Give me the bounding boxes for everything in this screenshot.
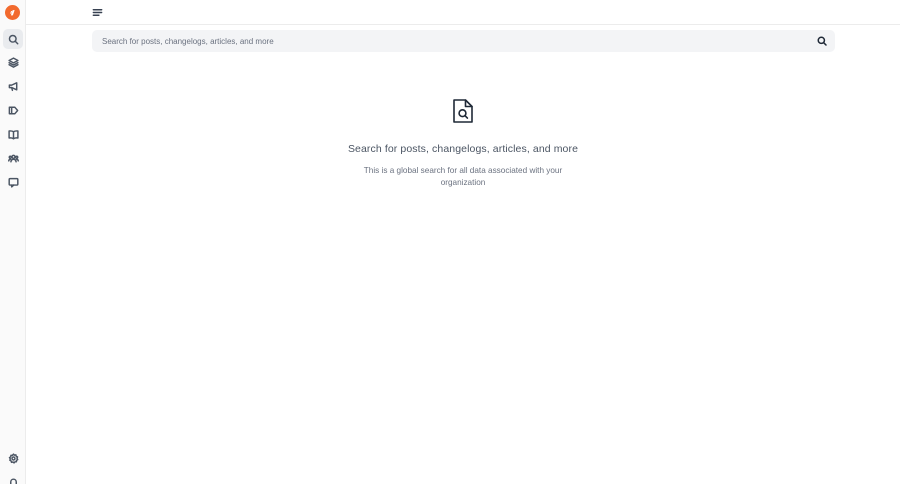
message-icon: [7, 177, 19, 188]
search-submit-button[interactable]: [816, 35, 828, 47]
empty-state-description: This is a global search for all data ass…: [363, 166, 563, 187]
book-icon: [7, 129, 19, 139]
gear-icon: [8, 452, 18, 464]
sidebar-item-search[interactable]: [3, 29, 23, 49]
global-search-bar: [92, 30, 835, 52]
search-icon: [8, 34, 18, 44]
app-root: Search for posts, changelogs, articles, …: [0, 0, 900, 484]
sidebar-item-users[interactable]: [3, 148, 23, 168]
search-empty-state: Search for posts, changelogs, articles, …: [26, 98, 900, 189]
sidebar-item-changelog[interactable]: [3, 76, 23, 96]
hamburger-menu-icon: [92, 8, 102, 16]
sidebar-item-roadmap[interactable]: [3, 100, 23, 120]
menu-toggle-button[interactable]: [90, 5, 104, 19]
sidebar-item-boards[interactable]: [3, 52, 23, 72]
sidebar-item-help-center[interactable]: [3, 124, 23, 144]
sidebar: [0, 0, 26, 484]
sidebar-item-inbox[interactable]: [3, 172, 23, 192]
empty-state-title: Search for posts, changelogs, articles, …: [347, 143, 579, 155]
top-header: [26, 0, 900, 25]
brand-logo[interactable]: [5, 5, 20, 20]
sidebar-item-notifications[interactable]: [3, 472, 23, 484]
search-input[interactable]: [92, 30, 835, 52]
users-icon: [7, 154, 19, 163]
tag-icon: [8, 106, 18, 114]
layers-icon: [7, 56, 19, 68]
sidebar-item-settings[interactable]: [3, 448, 23, 468]
document-search-icon: [451, 98, 475, 129]
search-icon: [817, 36, 827, 46]
megaphone-icon: [8, 81, 17, 91]
bell-icon: [9, 477, 17, 484]
logo-mark-icon: [10, 10, 15, 16]
